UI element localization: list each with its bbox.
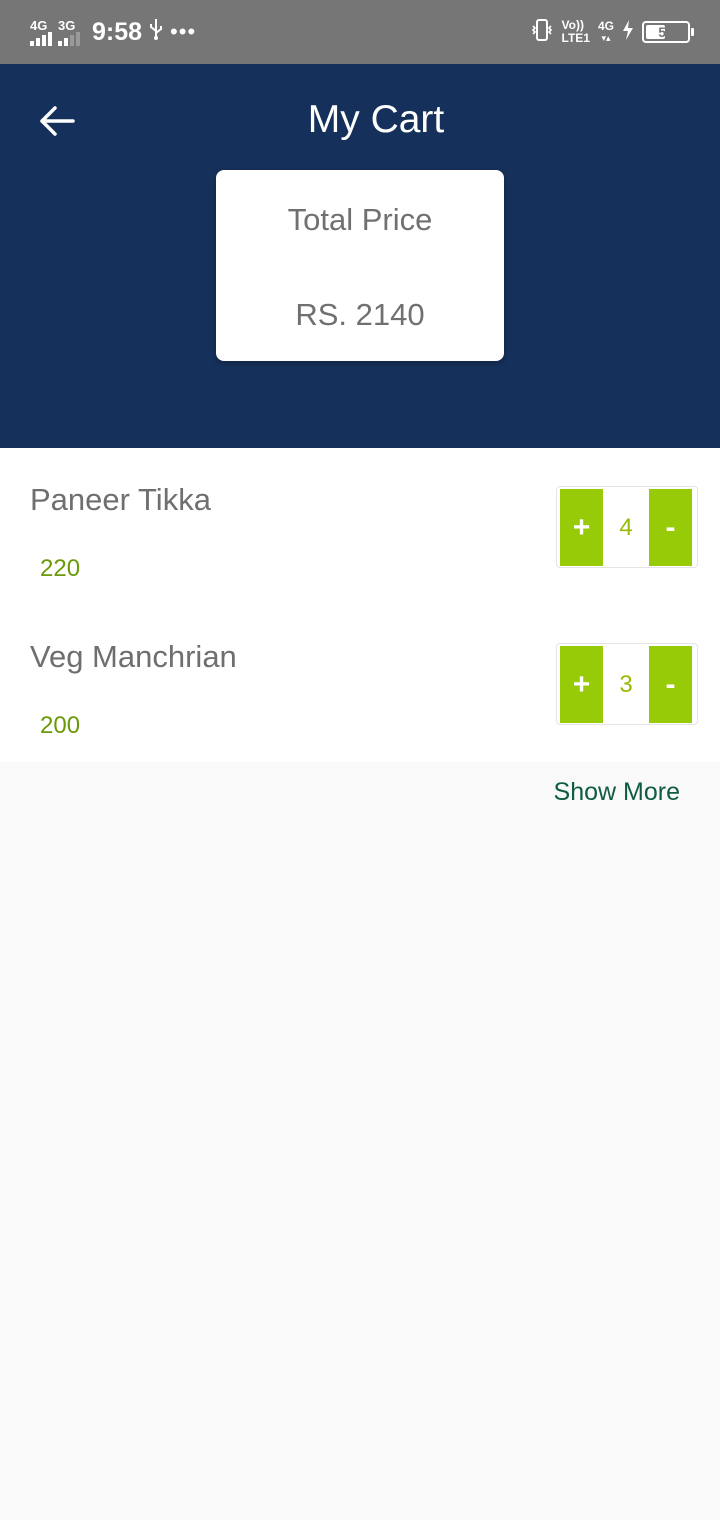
quantity-value: 4 (619, 513, 633, 541)
status-right: Vo)) LTE1 4G ▾▴ 54 (530, 0, 694, 64)
total-price-card: Total Price RS. 2140 (216, 170, 504, 361)
lte-label: LTE1 (561, 31, 590, 45)
decrease-quantity-button[interactable]: - (649, 646, 692, 723)
increase-quantity-button[interactable]: + (560, 489, 603, 566)
status-bar: 4G 3G 9:58 ••• Vo)) LTE1 4G ▾▴ 54 (0, 0, 720, 64)
list-item: Veg Manchrian 200 + 3 - (0, 605, 720, 762)
charging-icon (622, 19, 634, 45)
page-title: My Cart (307, 98, 445, 141)
more-dots-icon: ••• (170, 19, 197, 44)
list-item: Paneer Tikka 220 + 4 - (0, 448, 720, 605)
item-name: Paneer Tikka (30, 482, 211, 517)
data-arrows-icon: ▾▴ (601, 33, 611, 43)
total-price-value: RS. 2140 (295, 297, 425, 332)
vibrate-icon (530, 18, 554, 47)
signal-bars-icon (30, 31, 52, 46)
total-price-label: Total Price (287, 202, 433, 237)
battery-level: 54 (658, 24, 674, 40)
status-time: 9:58 (92, 17, 143, 46)
network-4g-label: 4G (30, 17, 48, 33)
quantity-value: 3 (619, 670, 633, 698)
cart-list: Paneer Tikka 220 + 4 - Veg Manchrian 200… (0, 448, 720, 762)
cart-header: My Cart Total Price RS. 2140 (0, 64, 720, 448)
data-4g-indicator: 4G ▾▴ (598, 20, 614, 44)
usb-icon (148, 18, 164, 46)
quantity-stepper: + 4 - (556, 486, 698, 568)
item-name: Veg Manchrian (30, 639, 237, 674)
volte-indicator: Vo)) LTE1 (562, 19, 590, 45)
item-price: 200 (40, 712, 81, 739)
show-more-button[interactable]: Show More (554, 778, 680, 807)
signal-3g: 3G (58, 19, 80, 46)
signal-4g: 4G (30, 19, 52, 46)
status-left: 4G 3G 9:58 ••• (30, 0, 196, 64)
decrease-quantity-button[interactable]: - (649, 489, 692, 566)
increase-quantity-button[interactable]: + (560, 646, 603, 723)
quantity-stepper: + 3 - (556, 643, 698, 725)
item-price: 220 (40, 555, 81, 582)
network-3g-label: 3G (58, 17, 76, 33)
signal-bars-weak-icon (58, 31, 80, 46)
data-4g-label: 4G (597, 19, 614, 33)
battery-icon: 54 (642, 21, 694, 43)
